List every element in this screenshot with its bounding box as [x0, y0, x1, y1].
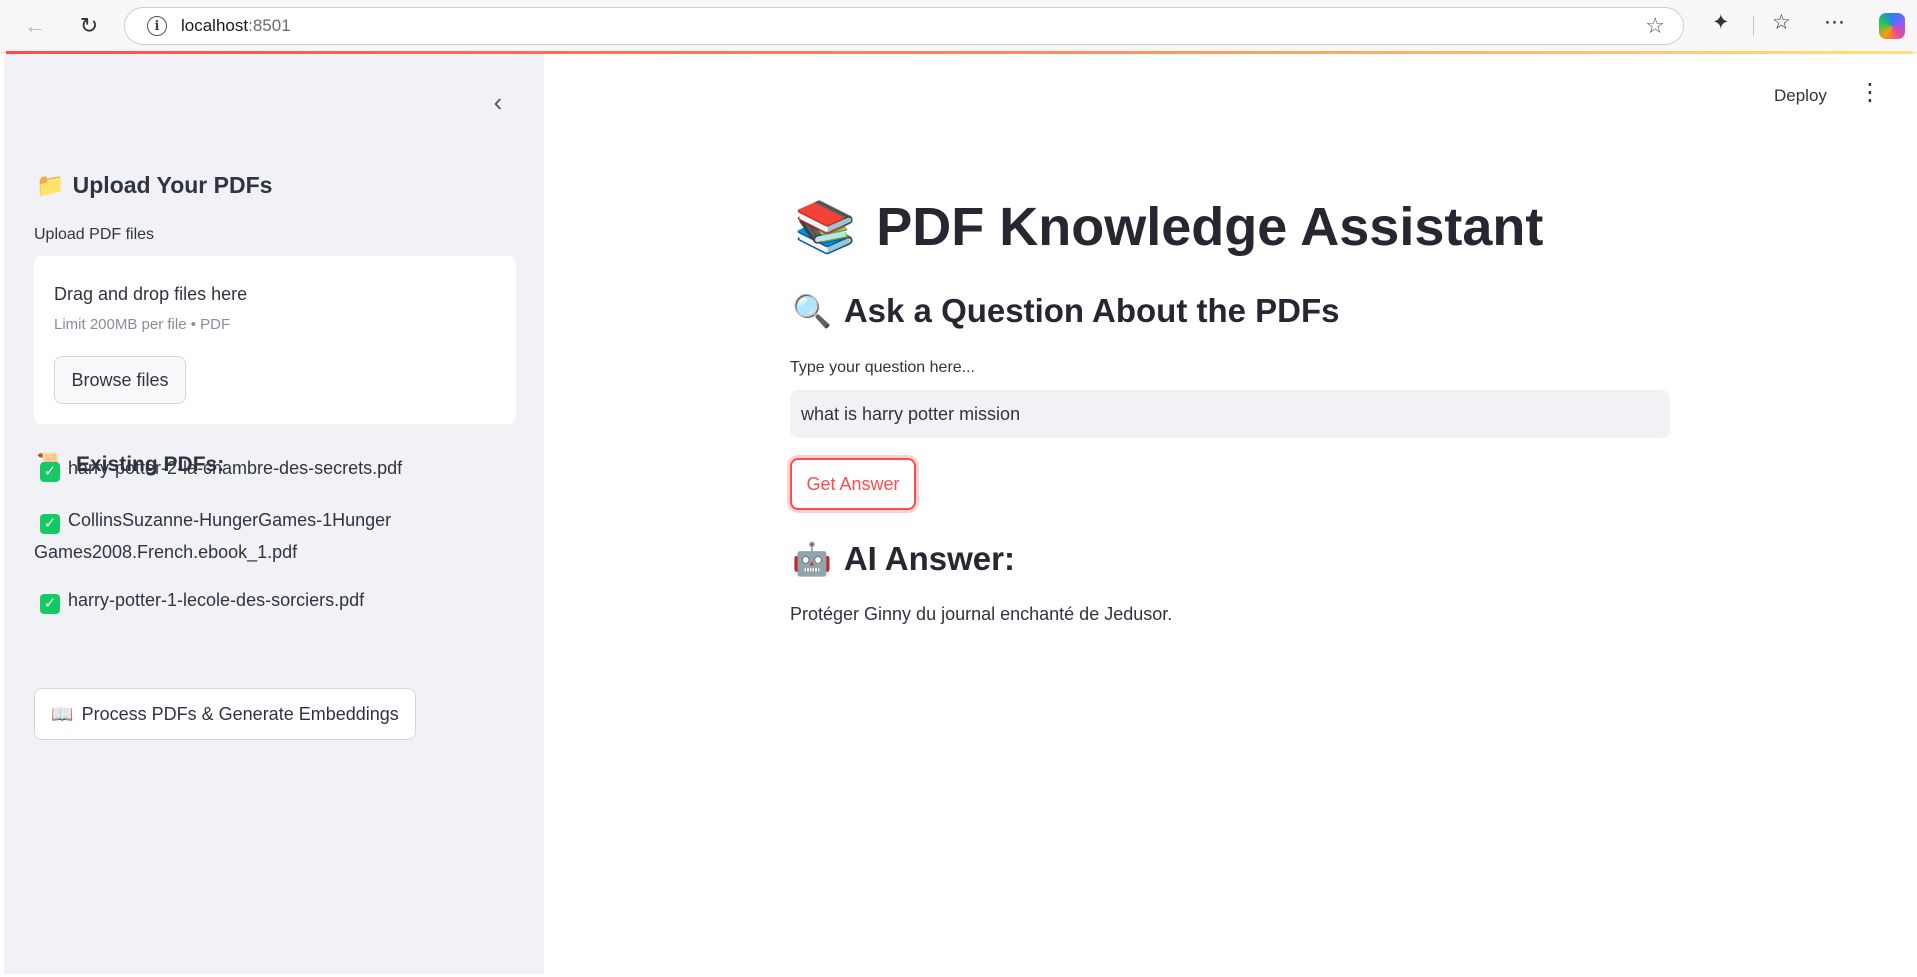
robot-icon: 🤖	[792, 540, 832, 578]
address-bar[interactable]: i localhost:8501 ☆	[124, 7, 1684, 45]
dropzone-limit: Limit 200MB per file • PDF	[54, 316, 231, 333]
browse-files-button[interactable]: Browse files	[54, 356, 186, 404]
more-options-icon[interactable]: ⋯	[1824, 10, 1845, 35]
folder-icon: 📁	[36, 173, 65, 199]
reload-icon[interactable]: ↻	[74, 11, 104, 41]
favorite-star-icon[interactable]: ☆	[1645, 13, 1665, 39]
question-input[interactable]	[790, 390, 1670, 438]
magnifier-icon: 🔍	[792, 292, 832, 330]
back-arrow-icon[interactable]: ←	[20, 11, 50, 41]
site-info-icon[interactable]: i	[147, 16, 167, 36]
list-item: ✓ harry-potter-2-la-chambre-des-secrets.p…	[34, 452, 514, 484]
ask-question-heading: 🔍 Ask a Question About the PDFs	[792, 292, 1340, 330]
extensions-icon[interactable]: ✦	[1712, 10, 1730, 35]
check-icon: ✓	[40, 594, 60, 614]
collapse-sidebar-chevron-icon[interactable]: ‹	[484, 87, 512, 117]
books-icon: 📚	[794, 197, 857, 256]
get-answer-button[interactable]: Get Answer	[790, 458, 916, 510]
toolbar-divider	[1753, 16, 1754, 36]
page-title: 📚 PDF Knowledge Assistant	[794, 197, 1544, 257]
dropzone-title: Drag and drop files here	[54, 284, 248, 304]
check-icon: ✓	[40, 462, 60, 482]
upload-heading: 📁 Upload Your PDFs	[36, 172, 273, 199]
process-pdfs-button[interactable]: 📖 Process PDFs & Generate Embeddings	[34, 688, 416, 740]
main-menu-icon[interactable]: ⋮	[1858, 80, 1882, 106]
file-dropzone[interactable]: Drag and drop files here Limit 200MB per…	[34, 256, 516, 424]
ai-answer-heading: 🤖 AI Answer:	[792, 540, 1015, 578]
list-item: ✓ CollinsSuzanne-HungerGames-1HungerGames…	[34, 510, 392, 562]
url-text: localhost:8501	[181, 16, 291, 35]
deploy-button[interactable]: Deploy	[1774, 86, 1827, 106]
sidebar: ‹ 📁 Upload Your PDFs Upload PDF files Dr…	[4, 54, 544, 974]
question-label: Type your question here...	[790, 359, 975, 376]
browser-toolbar: ← ↻ i localhost:8501 ☆ ✦ ☆ ⋯	[0, 0, 1917, 53]
upload-label: Upload PDF files	[34, 226, 155, 243]
copilot-icon[interactable]	[1879, 13, 1905, 39]
list-item: ✓ harry-potter-1-lecole-des-sorciers.pdf	[34, 584, 514, 616]
open-book-icon: 📖	[51, 703, 74, 725]
answer-text: Protéger Ginny du journal enchanté de Je…	[790, 604, 1173, 624]
favorites-icon[interactable]: ☆	[1772, 10, 1791, 35]
check-icon: ✓	[40, 514, 60, 534]
